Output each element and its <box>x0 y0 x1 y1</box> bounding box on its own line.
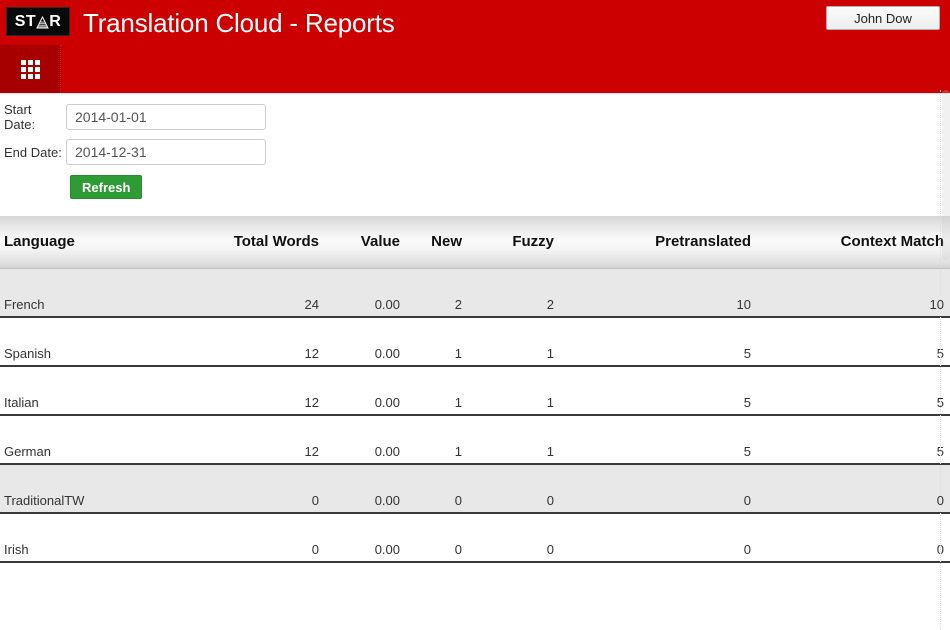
cell-language: French <box>0 268 232 318</box>
cell-context-match: 5 <box>757 317 950 367</box>
cell-value: 0.00 <box>325 464 406 514</box>
cell-total-words: 12 <box>232 415 325 465</box>
report-filter-form: Start Date: End Date: Refresh <box>0 94 950 200</box>
cell-context-match: 10 <box>757 268 950 318</box>
cell-value: 0.00 <box>325 317 406 367</box>
cell-new: 0 <box>406 464 468 514</box>
cell-context-match: 5 <box>757 366 950 416</box>
report-table: Language Total Words Value New Fuzzy Pre… <box>0 216 950 563</box>
cell-total-words: 0 <box>232 513 325 563</box>
cell-new: 2 <box>406 268 468 318</box>
end-date-input[interactable] <box>66 139 266 165</box>
column-header-total-words[interactable]: Total Words <box>232 216 325 269</box>
cell-new: 1 <box>406 317 468 367</box>
column-header-new[interactable]: New <box>406 216 468 269</box>
cell-language: Spanish <box>0 317 232 367</box>
cell-new: 1 <box>406 415 468 465</box>
cell-context-match: 5 <box>757 415 950 465</box>
cell-fuzzy: 1 <box>468 317 560 367</box>
cell-new: 1 <box>406 366 468 416</box>
cell-value: 0.00 <box>325 366 406 416</box>
cell-fuzzy: 2 <box>468 268 560 318</box>
refresh-button[interactable]: Refresh <box>70 175 143 199</box>
cell-language: TraditionalTW <box>0 464 232 514</box>
pyramid-icon <box>36 15 49 29</box>
table-row[interactable]: Irish 0 0.00 0 0 0 0 <box>0 513 950 563</box>
start-date-input[interactable] <box>66 104 266 130</box>
header-row: Language Total Words Value New Fuzzy Pre… <box>0 216 950 269</box>
start-date-label: Start Date: <box>4 102 36 132</box>
table-row[interactable]: French 24 0.00 2 2 10 10 <box>0 268 950 318</box>
cell-total-words: 24 <box>232 268 325 318</box>
cell-pretranslated: 10 <box>560 268 757 318</box>
apps-grid-tab[interactable] <box>0 45 61 93</box>
page-title: Translation Cloud - Reports <box>83 7 395 38</box>
end-date-label: End Date: <box>4 144 62 160</box>
column-header-fuzzy[interactable]: Fuzzy <box>468 216 560 269</box>
column-header-context-match[interactable]: Context Match <box>757 216 950 269</box>
report-table-container: Language Total Words Value New Fuzzy Pre… <box>0 216 950 563</box>
end-date-row: End Date: <box>0 139 950 165</box>
cell-total-words: 12 <box>232 317 325 367</box>
cell-pretranslated: 5 <box>560 366 757 416</box>
page-scrollbar[interactable] <box>940 90 950 630</box>
cell-context-match: 0 <box>757 464 950 514</box>
cell-language: German <box>0 415 232 465</box>
cell-context-match: 0 <box>757 513 950 563</box>
column-header-pretranslated[interactable]: Pretranslated <box>560 216 757 269</box>
grid-apps-icon <box>20 59 40 79</box>
page-scrollbar-thumb[interactable] <box>942 90 950 260</box>
cell-value: 0.00 <box>325 513 406 563</box>
column-header-value[interactable]: Value <box>325 216 406 269</box>
cell-fuzzy: 1 <box>468 415 560 465</box>
star-logo-text-left: ST <box>14 12 37 30</box>
cell-language: Italian <box>0 366 232 416</box>
cell-fuzzy: 0 <box>468 464 560 514</box>
cell-pretranslated: 5 <box>560 317 757 367</box>
cell-value: 0.00 <box>325 415 406 465</box>
table-row[interactable]: Italian 12 0.00 1 1 5 5 <box>0 366 950 416</box>
nav-bar <box>0 45 950 94</box>
cell-new: 0 <box>406 513 468 563</box>
cell-pretranslated: 0 <box>560 464 757 514</box>
cell-fuzzy: 0 <box>468 513 560 563</box>
table-row[interactable]: TraditionalTW 0 0.00 0 0 0 0 <box>0 464 950 514</box>
user-menu-button[interactable]: John Dow <box>826 6 940 30</box>
cell-total-words: 0 <box>232 464 325 514</box>
star-logo-text-right: R <box>49 12 62 30</box>
star-logo-text: ST R <box>14 12 62 30</box>
report-table-header: Language Total Words Value New Fuzzy Pre… <box>0 216 950 269</box>
app-header: ST R Translation Cloud - Reports John Do… <box>0 0 950 45</box>
start-date-row: Start Date: <box>0 102 950 132</box>
cell-total-words: 12 <box>232 366 325 416</box>
star-logo: ST R <box>6 7 70 36</box>
cell-language: Irish <box>0 513 232 563</box>
cell-value: 0.00 <box>325 268 406 318</box>
refresh-row: Refresh <box>0 174 950 200</box>
table-row[interactable]: Spanish 12 0.00 1 1 5 5 <box>0 317 950 367</box>
cell-pretranslated: 0 <box>560 513 757 563</box>
column-header-language[interactable]: Language <box>0 216 232 269</box>
cell-pretranslated: 5 <box>560 415 757 465</box>
table-row[interactable]: German 12 0.00 1 1 5 5 <box>0 415 950 465</box>
cell-fuzzy: 1 <box>468 366 560 416</box>
report-table-body: French 24 0.00 2 2 10 10 Spanish 12 0.00… <box>0 268 950 563</box>
